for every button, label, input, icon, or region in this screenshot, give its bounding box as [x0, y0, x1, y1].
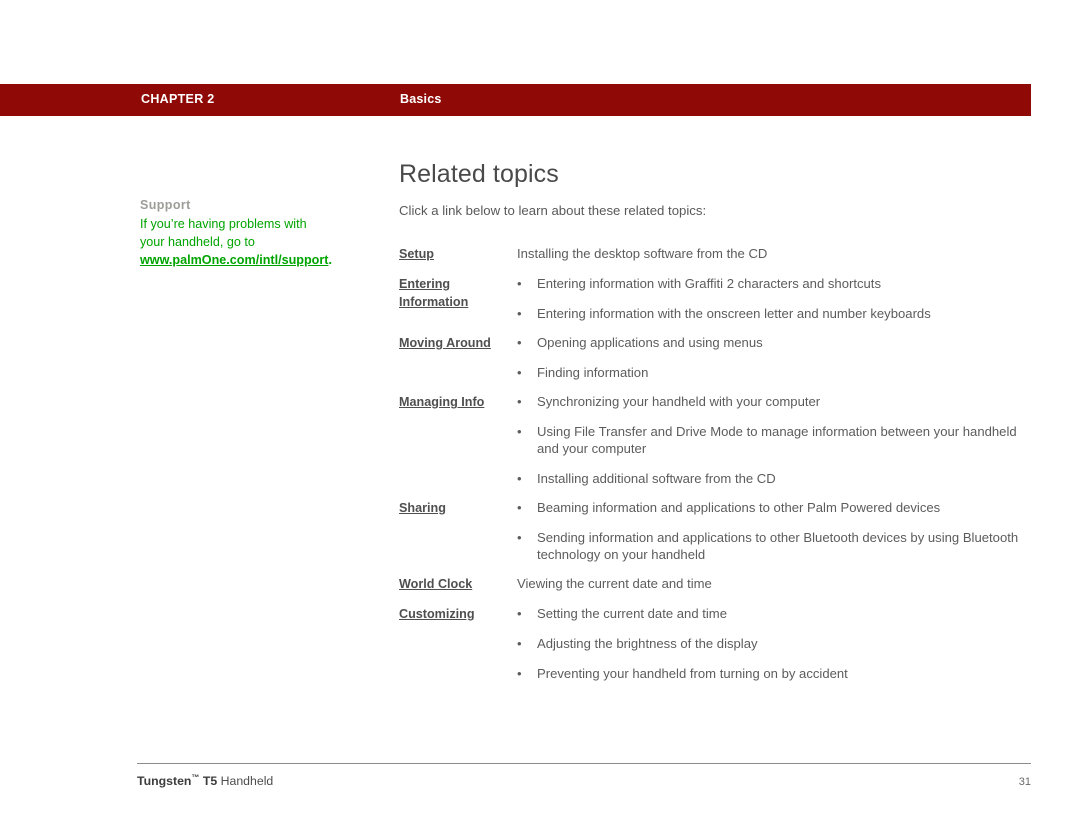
- topic-item-text: Viewing the current date and time: [517, 576, 712, 591]
- bullet-icon: •: [517, 276, 522, 291]
- topic-content-cell: • Opening applications and using menus • Fi…: [517, 334, 1024, 381]
- topic-content-cell: • Synchronizing your handheld with your c…: [517, 393, 1024, 487]
- topic-text-item: Viewing the current date and time: [517, 575, 1024, 592]
- topic-item-text: Installing additional software from the …: [537, 471, 776, 486]
- topic-link-cell: Managing Info: [399, 393, 517, 411]
- footer-brand: Tungsten: [137, 774, 192, 789]
- topic-bullet-item: • Preventing your handheld from turning o…: [517, 665, 1024, 682]
- bullet-icon: •: [517, 424, 522, 439]
- bullet-icon: •: [517, 394, 522, 409]
- bullet-icon: •: [517, 306, 522, 321]
- bullet-icon: •: [517, 606, 522, 621]
- footer-model: T5: [199, 774, 218, 789]
- sidebar-body: If you’re having problems with your hand…: [140, 216, 332, 269]
- topic-item-text: Beaming information and applications to …: [537, 500, 941, 515]
- topic-link-cell: Setup: [399, 245, 517, 263]
- topic-item-text: Entering information with Graffiti 2 cha…: [537, 276, 881, 291]
- topic-row: World Clock Viewing the current date and …: [399, 575, 1024, 593]
- footer-product-suffix: Handheld: [217, 774, 274, 789]
- related-topics-list: Setup Installing the desktop software fro…: [399, 245, 1024, 682]
- topic-text-item: Installing the desktop software from the…: [517, 245, 1024, 262]
- topic-content-cell: Viewing the current date and time: [517, 575, 1024, 592]
- footer-divider: [137, 763, 1031, 764]
- topic-row: Moving Around • Opening applications and u…: [399, 334, 1024, 381]
- bullet-icon: •: [517, 471, 522, 486]
- topic-bullet-item: • Synchronizing your handheld with your c…: [517, 393, 1024, 410]
- bullet-icon: •: [517, 335, 522, 350]
- topic-content-cell: • Setting the current date and time • Adjus…: [517, 605, 1024, 682]
- topic-link[interactable]: Entering Information: [399, 277, 468, 309]
- topic-item-text: Setting the current date and time: [537, 606, 727, 621]
- bullet-icon: •: [517, 530, 522, 545]
- topic-link[interactable]: World Clock: [399, 577, 472, 591]
- topic-bullet-item: • Installing additional software from the…: [517, 470, 1024, 487]
- topic-content-cell: • Beaming information and applications to…: [517, 499, 1024, 563]
- topic-item-text: Adjusting the brightness of the display: [537, 636, 758, 651]
- topic-row: Customizing • Setting the current date and…: [399, 605, 1024, 682]
- chapter-header-bar: CHAPTER 2 Basics: [0, 84, 1031, 116]
- topic-bullet-item: • Setting the current date and time: [517, 605, 1024, 622]
- topic-row: Setup Installing the desktop software fro…: [399, 245, 1024, 263]
- topic-bullet-item: • Using File Transfer and Drive Mode to m…: [517, 423, 1024, 457]
- topic-bullet-item: • Adjusting the brightness of the display: [517, 635, 1024, 652]
- bullet-icon: •: [517, 365, 522, 380]
- topic-item-text: Synchronizing your handheld with your co…: [537, 394, 821, 409]
- topic-content-cell: Installing the desktop software from the…: [517, 245, 1024, 262]
- topic-bullet-item: • Sending information and applications to…: [517, 529, 1024, 563]
- topic-row: Managing Info • Synchronizing your handhel…: [399, 393, 1024, 487]
- topic-item-text: Entering information with the onscreen l…: [537, 306, 931, 321]
- main-content-header: Related topics Click a link below to lea…: [399, 160, 1019, 218]
- topic-link-cell: Entering Information: [399, 275, 517, 311]
- chapter-label: CHAPTER 2: [141, 92, 215, 106]
- support-url-link[interactable]: www.palmOne.com/intl/support: [140, 253, 328, 267]
- bullet-icon: •: [517, 500, 522, 515]
- footer-product-name: Tungsten™ T5 Handheld: [137, 773, 273, 788]
- bullet-icon: •: [517, 636, 522, 651]
- topic-bullet-item: • Opening applications and using menus: [517, 334, 1024, 351]
- sidebar-support-note: Support If you’re having problems with y…: [140, 198, 332, 269]
- topic-item-text: Preventing your handheld from turning on…: [537, 666, 848, 681]
- topic-link-cell: Customizing: [399, 605, 517, 623]
- page-footer: Tungsten™ T5 Handheld 31: [137, 773, 1031, 788]
- topic-link[interactable]: Moving Around: [399, 336, 491, 350]
- chapter-section-label: Basics: [400, 92, 442, 106]
- sidebar-heading: Support: [140, 198, 191, 212]
- sidebar-note-text: If you’re having problems with your hand…: [140, 217, 307, 249]
- topic-bullet-item: • Entering information with the onscreen …: [517, 305, 1024, 322]
- topic-link-cell: World Clock: [399, 575, 517, 593]
- topic-item-text: Installing the desktop software from the…: [517, 246, 768, 261]
- topic-item-text: Finding information: [537, 365, 649, 380]
- topic-link[interactable]: Setup: [399, 247, 434, 261]
- topic-link[interactable]: Sharing: [399, 501, 446, 515]
- topic-link-cell: Sharing: [399, 499, 517, 517]
- page-intro-text: Click a link below to learn about these …: [399, 203, 707, 218]
- topic-bullet-item: • Finding information: [517, 364, 1024, 381]
- topic-item-text: Sending information and applications to …: [537, 530, 1019, 562]
- topic-link[interactable]: Managing Info: [399, 395, 484, 409]
- topic-row: Sharing • Beaming information and applicat…: [399, 499, 1024, 563]
- topic-link[interactable]: Customizing: [399, 607, 475, 621]
- topic-link-cell: Moving Around: [399, 334, 517, 352]
- page-title: Related topics: [399, 160, 559, 188]
- page-number: 31: [1018, 776, 1031, 789]
- bullet-icon: •: [517, 666, 522, 681]
- topic-item-text: Using File Transfer and Drive Mode to ma…: [537, 424, 1017, 456]
- topic-row: Entering Information • Entering informatio…: [399, 275, 1024, 322]
- topic-bullet-item: • Beaming information and applications to…: [517, 499, 1024, 516]
- topic-bullet-item: • Entering information with Graffiti 2 ch…: [517, 275, 1024, 292]
- topic-content-cell: • Entering information with Graffiti 2 ch…: [517, 275, 1024, 322]
- sidebar-note-period: .: [328, 252, 332, 267]
- topic-item-text: Opening applications and using menus: [537, 335, 763, 350]
